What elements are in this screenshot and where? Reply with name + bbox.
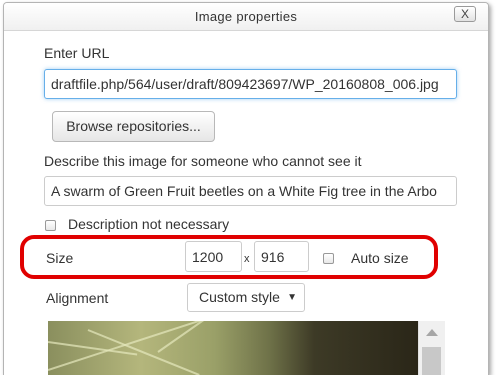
url-label: Enter URL — [44, 45, 110, 61]
browse-repositories-button[interactable]: Browse repositories... — [52, 111, 215, 142]
size-label: Size — [46, 250, 74, 266]
alignment-selected-value: Custom style — [199, 289, 280, 305]
size-separator: x — [244, 253, 250, 265]
alignment-select[interactable]: Custom style ▼ — [187, 283, 305, 312]
url-input[interactable] — [44, 69, 457, 99]
scroll-up-arrow-icon[interactable] — [426, 329, 438, 336]
preview-scrollbar[interactable] — [418, 321, 445, 375]
description-label: Describe this image for someone who cann… — [44, 153, 362, 169]
description-not-necessary-label: Description not necessary — [68, 216, 230, 232]
image-preview — [48, 321, 418, 375]
dialog-titlebar[interactable]: Image properties X — [4, 3, 488, 31]
close-button[interactable]: X — [454, 6, 476, 22]
auto-size-label: Auto size — [351, 250, 409, 266]
dialog-title: Image properties — [194, 9, 298, 24]
alignment-label: Alignment — [46, 290, 109, 306]
image-properties-dialog: Image properties X Enter URL Browse repo… — [3, 2, 489, 375]
height-input[interactable] — [254, 241, 309, 272]
width-input[interactable] — [185, 241, 242, 272]
description-input[interactable] — [44, 176, 457, 206]
close-icon: X — [460, 7, 469, 21]
scroll-thumb[interactable] — [422, 347, 441, 375]
description-not-necessary-checkbox[interactable] — [45, 220, 56, 231]
leaf-vein — [157, 321, 249, 353]
auto-size-checkbox[interactable] — [323, 253, 334, 264]
chevron-down-icon: ▼ — [287, 292, 297, 303]
